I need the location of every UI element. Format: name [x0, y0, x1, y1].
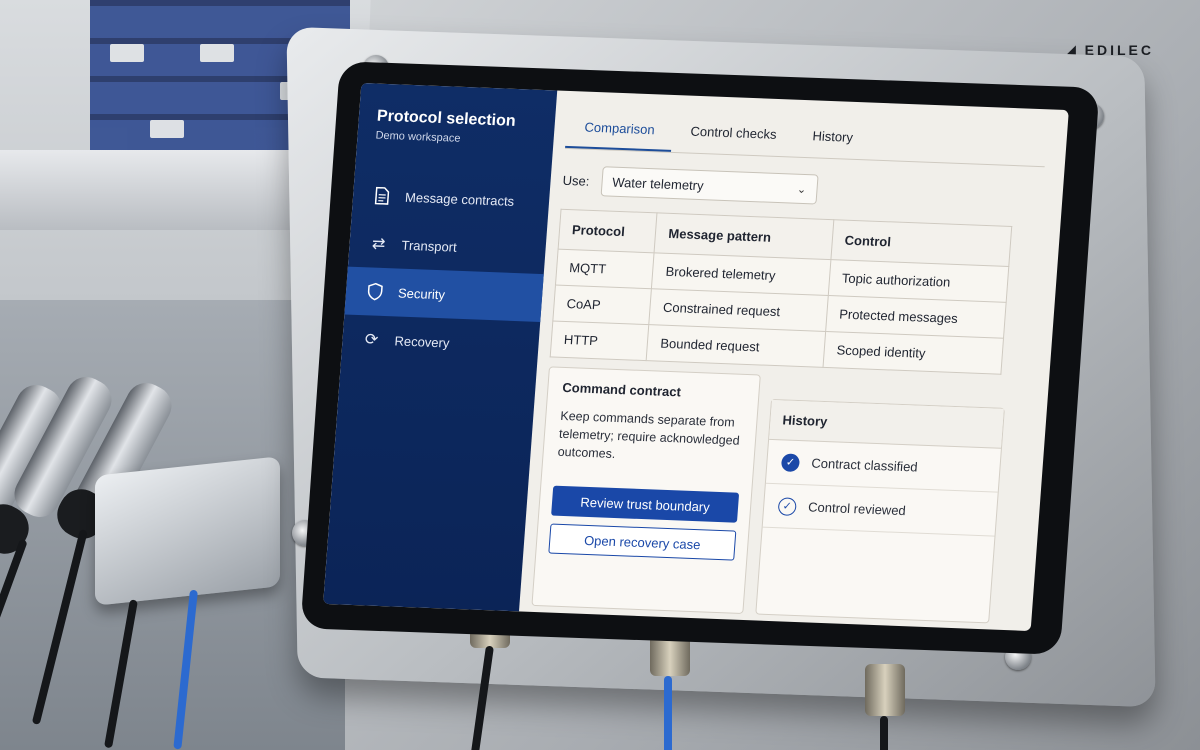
use-label: Use:: [562, 172, 590, 189]
command-contract-title: Command contract: [561, 379, 682, 400]
sidebar-item-transport[interactable]: ⇄ Transport: [348, 219, 547, 274]
sidebar-nav: Message contracts ⇄ Transport Security ⟳…: [341, 171, 551, 370]
sidebar-item-recovery[interactable]: ⟳ Recovery: [341, 314, 540, 369]
history-card: History ✓ Contract classified ✓ Control …: [755, 398, 1005, 624]
sidebar-item-label: Message contracts: [404, 189, 515, 209]
sidebar-item-label: Transport: [401, 237, 458, 255]
sidebar-item-label: Recovery: [394, 332, 451, 351]
use-select[interactable]: Water telemetry ⌄: [600, 166, 819, 205]
cable-gland: [865, 664, 905, 716]
tab-comparison[interactable]: Comparison: [565, 108, 674, 152]
shelf-box: [200, 44, 234, 62]
sidebar-item-message-contracts[interactable]: Message contracts: [351, 171, 550, 226]
command-contract-text: Keep commands separate from telemetry; r…: [557, 408, 741, 462]
cell-protocol: MQTT: [555, 249, 655, 289]
tab-history[interactable]: History: [793, 118, 872, 160]
network-cable: [664, 676, 672, 750]
cell-message-pattern: Bounded request: [646, 324, 826, 368]
protocol-table: Protocol Message pattern Control MQTT Br…: [549, 208, 1013, 375]
cell-protocol: CoAP: [552, 285, 652, 325]
command-contract-card: Command contract Keep commands separate …: [531, 366, 761, 615]
history-item: ✓ Control reviewed: [762, 483, 998, 537]
check-circle-outline-icon: ✓: [777, 496, 797, 516]
cell-protocol: HTTP: [550, 320, 650, 361]
refresh-icon: ⟳: [364, 331, 379, 349]
tab-bar: Comparison Control checks History: [564, 108, 1048, 168]
sidebar-item-label: Security: [397, 285, 446, 302]
app-title: Protocol selection: [376, 107, 517, 130]
arrows-icon: ⇄: [371, 235, 386, 253]
use-row: Use: Water telemetry ⌄: [562, 165, 819, 205]
app-subtitle: Demo workspace: [375, 129, 461, 145]
document-icon: [371, 186, 394, 205]
touch-screen: Protocol selection Demo workspace Messag…: [323, 82, 1069, 632]
cell-control: Scoped identity: [822, 331, 1004, 375]
sidebar-item-security[interactable]: Security: [344, 266, 544, 322]
open-recovery-case-button[interactable]: Open recovery case: [548, 523, 737, 561]
shelf-box: [110, 44, 144, 62]
tab-control-checks[interactable]: Control checks: [671, 113, 796, 157]
column-header-control: Control: [830, 219, 1012, 267]
shield-icon: [363, 282, 386, 301]
check-circle-icon: ✓: [780, 452, 801, 472]
cable: [880, 716, 888, 750]
column-header-protocol: Protocol: [558, 209, 658, 253]
shelf-box: [150, 120, 184, 138]
main-panel: Comparison Control checks History Use: W…: [519, 90, 1069, 631]
junction-hub: [95, 456, 280, 606]
sidebar: Protocol selection Demo workspace Messag…: [323, 82, 558, 612]
column-header-message-pattern: Message pattern: [654, 212, 834, 260]
history-item-label: Contract classified: [810, 455, 919, 475]
chevron-down-icon: ⌄: [796, 183, 807, 196]
use-selected-value: Water telemetry: [611, 174, 705, 193]
history-item-label: Control reviewed: [807, 499, 907, 519]
review-trust-boundary-button[interactable]: Review trust boundary: [551, 485, 740, 523]
